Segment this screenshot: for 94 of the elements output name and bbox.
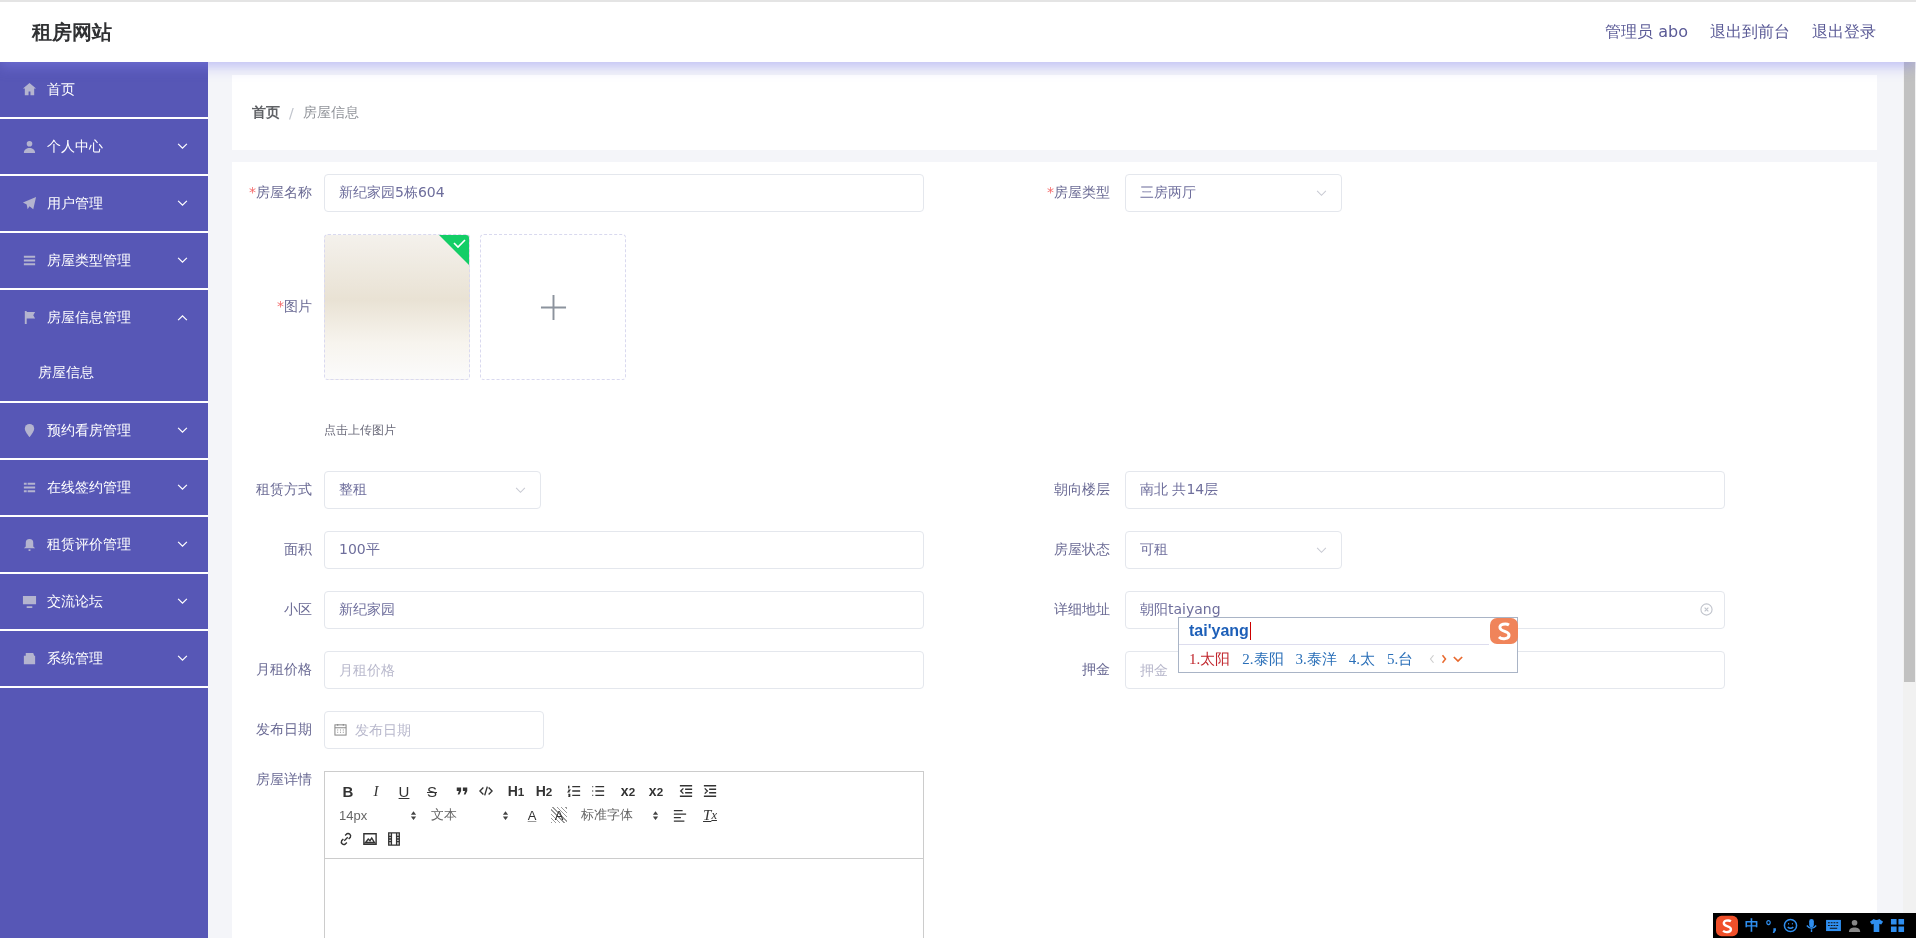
text-field[interactable]: 南北 共14层 [1125, 471, 1725, 509]
ime-candidate[interactable]: 2.泰阳 [1242, 649, 1284, 669]
header-link[interactable]: 退出登录 [1812, 21, 1876, 43]
field-label: 面积 [283, 541, 312, 559]
text-field[interactable]: 新纪家园5栋604 [324, 174, 924, 212]
chevron-down-icon [1316, 546, 1327, 554]
ime-candidate[interactable]: 1.太阳 [1189, 649, 1231, 669]
link-icon[interactable] [339, 832, 353, 846]
toolbar-dropdown[interactable]: 14px [339, 807, 417, 823]
sidebar-item[interactable]: 在线签约管理 [0, 460, 208, 515]
field-label: 房屋详情 [255, 771, 312, 789]
toolbar-dropdown[interactable]: 文本 [431, 806, 509, 824]
select-field[interactable]: 可租 [1125, 531, 1342, 569]
calendar-icon [334, 723, 347, 736]
list-icon [22, 480, 37, 495]
breadcrumb-item: 房屋信息 [302, 103, 359, 122]
breadcrumb-separator: / [289, 104, 294, 121]
field-label: 月租价格 [255, 661, 312, 679]
indent-icon[interactable] [703, 784, 717, 798]
pin-icon [22, 423, 37, 438]
format-button[interactable]: I [367, 781, 385, 801]
select-field[interactable]: 整租 [324, 471, 541, 509]
smiley-icon[interactable] [1783, 918, 1799, 933]
scrollbar-thumb[interactable] [1904, 62, 1915, 682]
sidebar-item[interactable]: 系统管理 [0, 631, 208, 686]
field-label: *房屋名称 [248, 184, 312, 202]
numbered-list-icon[interactable] [567, 784, 581, 798]
ime-mode-toggle[interactable]: °, [1765, 917, 1778, 934]
shirt-icon[interactable] [1869, 918, 1885, 933]
flag-icon [22, 310, 37, 325]
sidebar-subitem[interactable]: 房屋信息 [0, 345, 208, 401]
ime-composition: tai'yang [1189, 622, 1251, 640]
scrollbar[interactable] [1903, 62, 1916, 913]
sidebar-item[interactable]: 用户管理 [0, 176, 208, 231]
code-icon[interactable] [479, 784, 493, 798]
align-left-icon[interactable] [673, 808, 687, 822]
field-label: *图片 [276, 298, 312, 316]
keyboard-icon[interactable] [1825, 919, 1843, 932]
breadcrumb-item[interactable]: 首页 [252, 103, 280, 122]
format-button[interactable]: U [395, 781, 413, 801]
sidebar-item[interactable]: 交流论坛 [0, 574, 208, 629]
up-down-arrow-icon [652, 809, 659, 821]
date-field[interactable]: 发布日期 [324, 711, 544, 749]
toolbar-dropdown[interactable]: 标准字体 [581, 806, 659, 824]
home-icon [22, 82, 37, 97]
list-icon [22, 253, 37, 268]
format-button[interactable]: A [523, 805, 541, 825]
outdent-icon[interactable] [679, 784, 693, 798]
field-label: 租赁方式 [255, 481, 312, 499]
format-button[interactable]: S [423, 781, 441, 801]
user-icon [22, 139, 37, 154]
field-label: 小区 [283, 601, 312, 619]
format-button[interactable]: A [551, 807, 567, 823]
up-down-arrow-icon [502, 809, 509, 821]
chevron-down-icon [1316, 189, 1327, 197]
format-button[interactable]: B [339, 781, 357, 801]
ime-candidate[interactable]: 5.台 [1387, 649, 1414, 669]
chevron-down-icon [515, 486, 526, 494]
film-icon[interactable] [387, 832, 401, 846]
sidebar-item[interactable]: 个人中心 [0, 119, 208, 174]
bell-icon [22, 537, 37, 552]
image-icon[interactable] [363, 832, 377, 846]
sidebar-item[interactable]: 房屋信息管理 [0, 290, 208, 345]
text-field[interactable]: 月租价格 [324, 651, 924, 689]
sidebar-item[interactable]: 租赁评价管理 [0, 517, 208, 572]
ime-mode-toggle[interactable]: 中 [1745, 916, 1759, 935]
text-field[interactable]: 100平 [324, 531, 924, 569]
chevron-right-icon[interactable] [1441, 654, 1448, 664]
sidebar-item[interactable]: 房屋类型管理 [0, 233, 208, 288]
monitor-icon [22, 594, 37, 609]
field-label: *房屋类型 [1046, 184, 1110, 202]
field-label: 房屋状态 [1053, 541, 1110, 559]
field-label: 朝向楼层 [1053, 481, 1110, 499]
wallet-icon [22, 651, 37, 666]
text-field[interactable]: 新纪家园 [324, 591, 924, 629]
ime-candidate[interactable]: 4.太 [1348, 649, 1375, 669]
paper-plane-icon [22, 196, 37, 211]
logo-icon[interactable] [1715, 914, 1739, 937]
bullet-list-icon[interactable] [591, 784, 605, 798]
chevron-down-icon[interactable] [1453, 655, 1464, 663]
grid-icon[interactable] [1890, 918, 1906, 933]
sidebar-item[interactable]: 预约看房管理 [0, 403, 208, 458]
upload-hint: 点击上传图片 [324, 422, 397, 439]
up-down-arrow-icon [410, 809, 417, 821]
ime-candidate[interactable]: 3.泰洋 [1295, 649, 1337, 669]
field-label: 押金 [1081, 661, 1110, 679]
select-field[interactable]: 三房两厅 [1125, 174, 1342, 212]
site-title: 租房网站 [32, 18, 112, 46]
field-label: 详细地址 [1053, 601, 1110, 619]
field-label: 发布日期 [255, 721, 312, 739]
sidebar-item[interactable]: 首页 [0, 62, 208, 117]
plus-icon [539, 293, 567, 321]
header-link[interactable]: 退出到前台 [1710, 21, 1790, 43]
header-link[interactable]: 管理员 abo [1605, 21, 1688, 43]
